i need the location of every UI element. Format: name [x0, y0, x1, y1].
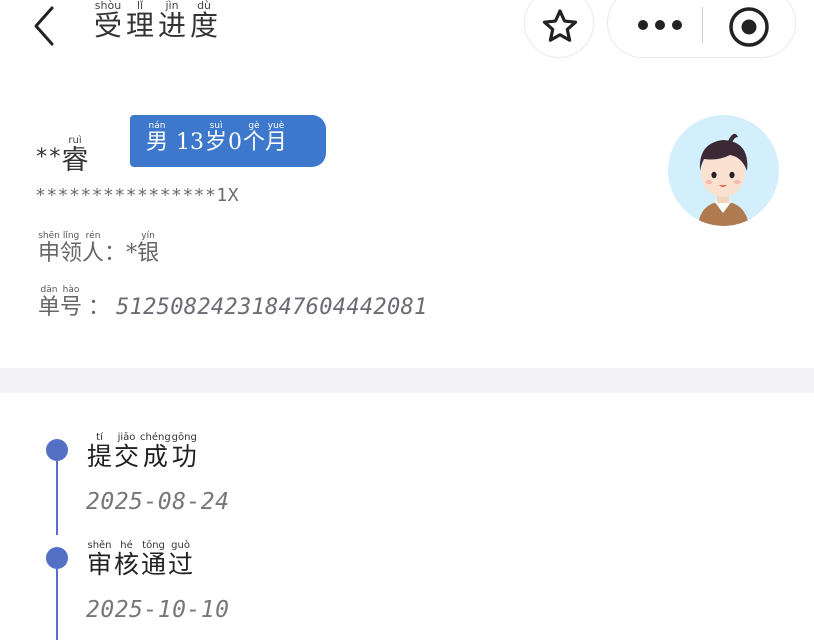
timeline-line	[56, 461, 58, 535]
gender-age-badge: nán 男 13 suì 岁 0 gè 个 yuè 月	[130, 115, 326, 167]
id-number: ****************1X	[35, 185, 240, 206]
order-number: 51250824231847604442081	[116, 295, 428, 320]
target-icon	[729, 7, 769, 47]
progress-timeline: tí 提 jiāo 交 chéng 成 gōng 功 2025-08-24 shěn 审 …	[0, 393, 814, 640]
more-dots-icon	[638, 20, 648, 30]
boy-avatar-icon	[698, 133, 749, 226]
capsule-divider	[702, 7, 703, 43]
applicant-row: shēn 申 lǐng 领 rén 人 ： * yín 银	[38, 231, 160, 266]
timeline-item-date: 2025-10-10	[86, 597, 230, 623]
close-button[interactable]	[728, 6, 770, 48]
timeline-line	[56, 569, 58, 640]
more-dots-icon	[672, 20, 682, 30]
back-button[interactable]	[28, 2, 64, 48]
favorite-button[interactable]	[524, 0, 594, 58]
header-bar: shòu 受 lǐ 理 jìn 进 dù 度	[0, 0, 814, 70]
chevron-left-icon	[34, 6, 54, 46]
more-button[interactable]	[628, 13, 692, 37]
order-number-row: dān 单 hào 号 ： 51250824231847604442081	[38, 285, 428, 320]
timeline-dot	[46, 439, 68, 461]
star-icon	[542, 9, 578, 42]
section-divider	[0, 368, 814, 393]
timeline-dot	[46, 547, 68, 569]
child-name: ** ruì 睿	[35, 135, 89, 176]
timeline-item-title: tí 提 jiāo 交 chéng 成 gōng 功	[87, 432, 197, 471]
more-dots-icon	[655, 20, 665, 30]
avatar	[668, 115, 779, 226]
mini-program-capsule	[607, 0, 796, 58]
page-title: shòu 受 lǐ 理 jìn 进 dù 度	[94, 0, 219, 42]
timeline-item-title: shěn 审 hé 核 tōng 通 guò 过	[87, 540, 194, 579]
profile-card: ** ruì 睿 nán 男 13 suì 岁 0 gè 个 yuè 月 ********…	[0, 70, 814, 368]
timeline-item-date: 2025-08-24	[86, 489, 230, 515]
